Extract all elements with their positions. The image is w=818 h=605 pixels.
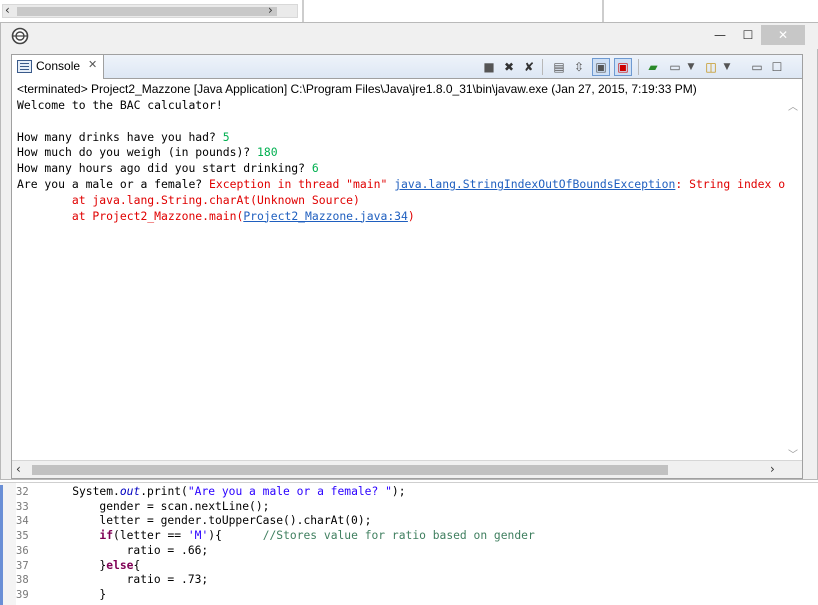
scroll-left-icon[interactable]: ‹ [5,3,10,17]
code-token: { [133,558,141,572]
minimize-button[interactable]: — [705,25,735,45]
tab-console[interactable]: Console ✕ [12,55,104,79]
code-area[interactable]: System.out.print("Are you a male or a fe… [45,485,815,605]
scroll-left-icon[interactable]: ‹ [16,462,21,476]
remove-launch-icon[interactable]: ✖ [500,58,518,76]
console-horizontal-scrollbar[interactable]: ‹ › [12,460,802,478]
code-comment: //Stores value for ratio based on gender [262,529,535,543]
line-number: 35 [16,530,29,543]
code-line: gender = scan.nextLine(); [45,499,270,513]
code-token: System. [45,485,120,498]
console-prompt-drinks: How many drinks have you had? [17,129,223,144]
code-line: } [45,587,107,601]
maximize-view-icon[interactable]: ☐ [768,58,786,76]
toolbar-separator [638,59,639,75]
code-line: ratio = .73; [45,573,209,587]
editor-ruler [0,483,16,605]
code-keyword: if [99,529,114,543]
code-token: out [119,485,141,498]
console-vertical-scrollbar[interactable]: ︿ ﹀ [786,98,802,461]
pane-divider [602,0,604,22]
console-view: Console ✕ ■ ✖ ✘ ▤ ⇳ ▣ ▣ ▰ ▭ ▼ ◫ ▼ ▭ ☐ <t… [11,54,803,479]
error-thread-text: Exception in thread "main" [209,176,395,191]
detached-console-window: — ☐ ✕ Console ✕ ■ ✖ ✘ ▤ ⇳ ▣ ▣ ▰ ▭ ▼ ◫ ▼ … [0,22,818,480]
code-token: .print( [140,485,188,498]
pane-divider [302,0,304,22]
stack-trace-line: at java.lang.String.charAt(Unknown Sourc… [17,192,360,207]
code-token: } [45,558,107,572]
console-prompt-gender: Are you a male or a female? [17,176,210,191]
line-number: 33 [16,500,29,513]
scroll-right-icon[interactable]: › [770,462,775,476]
console-toolbar: Console ✕ ■ ✖ ✘ ▤ ⇳ ▣ ▣ ▰ ▭ ▼ ◫ ▼ ▭ ☐ [12,55,802,79]
console-output[interactable]: Welcome to the BAC calculator! How many … [17,98,787,446]
stack-trace-line: at Project2_Mazzone.main( [17,208,244,223]
terminate-icon[interactable]: ■ [480,58,498,76]
code-keyword: else [106,558,134,572]
chevron-down-icon[interactable]: ▼ [718,58,736,76]
show-on-stdout-icon[interactable]: ▣ [592,58,610,76]
close-tab-icon[interactable]: ✕ [88,58,97,71]
java-editor[interactable]: 32 33 34 35 36 37 38 39 System.out.print… [0,482,818,605]
background-horizontal-scrollbar[interactable]: ‹ [2,3,298,18]
tab-console-label: Console [36,59,81,73]
eclipse-icon [11,27,29,45]
chevron-down-icon[interactable]: ▼ [682,58,700,76]
maximize-button[interactable]: ☐ [733,25,763,45]
process-status-line: <terminated> Project2_Mazzone [Java Appl… [17,82,697,96]
line-number: 34 [16,515,29,528]
line-number: 36 [16,544,29,557]
console-input-hours: 6 [311,161,319,176]
change-marker [0,485,3,605]
minimize-view-icon[interactable]: ▭ [748,58,766,76]
code-string: 'M' [187,529,209,543]
code-token: (letter == [113,529,188,543]
console-prompt-weight: How much do you weigh (in pounds)? [17,145,258,160]
remove-all-terminated-icon[interactable]: ✘ [520,58,538,76]
console-text-welcome: Welcome to the BAC calculator! [17,98,223,112]
line-number: 37 [16,559,29,572]
close-window-button[interactable]: ✕ [761,25,805,45]
code-string: "Are you a male or a female? " [187,485,392,498]
exception-link[interactable]: java.lang.StringIndexOutOfBoundsExceptio… [394,177,675,191]
clear-console-icon[interactable]: ▤ [550,58,568,76]
console-input-drinks: 5 [222,129,230,144]
console-prompt-hours: How many hours ago did you start drinkin… [17,161,312,176]
scroll-up-icon[interactable]: ︿ [788,98,798,113]
pin-console-icon[interactable]: ▰ [644,58,662,76]
scroll-thumb[interactable] [17,7,277,16]
console-input-weight: 180 [257,145,278,160]
toolbar-separator [542,59,543,75]
window-title-bar[interactable]: — ☐ ✕ [1,23,818,49]
error-message-text: : String index out of range: 0 [675,176,787,191]
scroll-lock-icon[interactable]: ⇳ [570,58,588,76]
line-number: 32 [16,486,29,498]
console-icon [17,60,32,73]
line-number: 39 [16,588,29,601]
background-editor-strip: ‹ › [0,0,818,22]
code-line: ratio = .66; [45,543,209,557]
line-number: 38 [16,574,29,587]
stack-trace-line-end: ) [407,208,415,223]
scroll-thumb[interactable] [32,465,668,475]
scroll-down-icon[interactable]: ﹀ [788,446,798,461]
source-location-link[interactable]: Project2_Mazzone.java:34 [243,209,408,223]
line-numbers: 32 33 34 35 36 37 38 39 [16,485,38,605]
code-token: ){ [208,529,263,543]
code-token: ); [391,485,406,498]
show-on-stderr-icon[interactable]: ▣ [614,58,632,76]
code-line: letter = gender.toUpperCase().charAt(0); [45,514,372,528]
scroll-right-icon[interactable]: › [268,3,273,17]
